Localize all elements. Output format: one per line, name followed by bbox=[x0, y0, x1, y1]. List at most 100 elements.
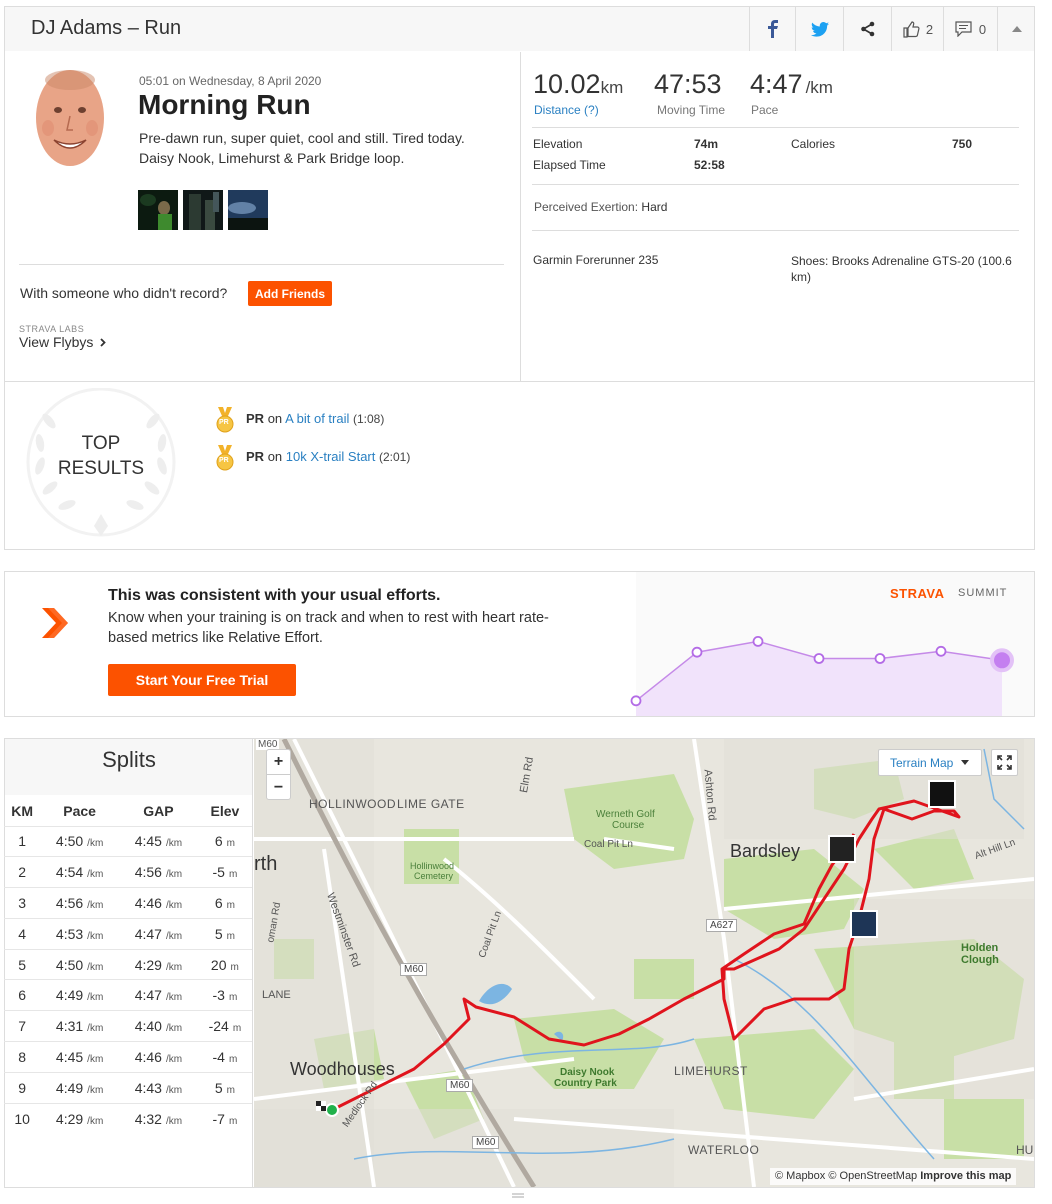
split-pace-unit: /km bbox=[87, 1115, 104, 1127]
view-flybys-link[interactable]: View Flybys bbox=[19, 334, 107, 350]
map-label: Cemetery bbox=[414, 871, 454, 881]
split-gap: 4:56/km bbox=[119, 856, 198, 888]
split-elev-unit: m bbox=[230, 961, 239, 973]
split-km-value: 1 bbox=[18, 833, 26, 850]
split-pace: 4:54/km bbox=[40, 856, 119, 888]
segment-link[interactable]: A bit of trail bbox=[285, 411, 349, 426]
split-elev: -5 m bbox=[197, 856, 252, 888]
split-elev: -24 m bbox=[197, 1010, 252, 1042]
split-elev: 5m bbox=[197, 1071, 252, 1104]
split-km-value: 6 bbox=[18, 987, 26, 1004]
split-elev-value: -24 bbox=[208, 1018, 229, 1035]
splits-header-elev: Elev bbox=[210, 802, 240, 819]
split-gap-value: 4:47 bbox=[134, 987, 162, 1004]
map-label: LIME GATE bbox=[397, 797, 465, 811]
twitter-icon bbox=[810, 21, 829, 37]
avatar[interactable] bbox=[32, 66, 108, 174]
divider bbox=[532, 127, 1019, 128]
top-result-item: PR on A bit of trail (1:08) bbox=[246, 411, 384, 426]
split-elev: 6m bbox=[197, 887, 252, 919]
split-pace-value: 4:31 bbox=[55, 1018, 84, 1035]
effort-point bbox=[813, 653, 825, 664]
map-label: Werneth Golf bbox=[596, 809, 655, 820]
comment-icon bbox=[955, 21, 972, 37]
divider bbox=[532, 184, 1019, 185]
calories-label: Calories bbox=[791, 137, 836, 151]
split-km-value: 9 bbox=[18, 1079, 26, 1096]
fullscreen-button[interactable] bbox=[991, 749, 1018, 776]
add-friends-button[interactable]: Add Friends bbox=[248, 281, 332, 306]
activity-name: Morning Run bbox=[138, 89, 311, 120]
route-map[interactable]: M60 HOLLINWOOD LIME GATE Elm Rd Ashton R… bbox=[254, 739, 1034, 1187]
split-gap-value: 4:29 bbox=[134, 956, 162, 973]
split-elev-value: -4 bbox=[212, 1048, 225, 1065]
table-row: 3 4:56/km 4:46/km 6 m bbox=[4, 887, 252, 919]
osm-attribution[interactable]: © OpenStreetMap bbox=[828, 1170, 917, 1182]
split-gap-unit: /km bbox=[165, 961, 183, 973]
pace-value: 4:47 bbox=[750, 69, 803, 99]
split-pace-value: 4:29 bbox=[55, 1110, 84, 1127]
split-km: 2 bbox=[4, 856, 41, 888]
distance-help-link[interactable]: Distance (?) bbox=[534, 103, 599, 117]
split-gap: 4:47/km bbox=[119, 979, 198, 1011]
zoom-in-button[interactable]: + bbox=[266, 749, 291, 774]
moving-time-label: Moving Time bbox=[657, 103, 726, 117]
photo-thumbnail[interactable] bbox=[183, 190, 223, 230]
kudos-count: 2 bbox=[925, 21, 934, 37]
summit-body: Know when your training is on track and … bbox=[108, 608, 549, 648]
shoes-line: Shoes: Brooks Adrenaline GTS-20 (100.6 bbox=[791, 254, 1012, 268]
zoom-out-button[interactable]: − bbox=[266, 775, 291, 800]
on-label: on bbox=[267, 411, 283, 426]
table-row: 5 4:50/km 4:29/km 20 m bbox=[4, 948, 252, 980]
map-label: Daisy Nook bbox=[560, 1067, 615, 1078]
split-pace-unit: /km bbox=[87, 930, 104, 942]
kudos-button[interactable]: 2 bbox=[891, 7, 943, 51]
summit-brand-suffix: SUMMIT bbox=[958, 587, 1008, 599]
terrain-map-select[interactable]: Terrain Map bbox=[878, 749, 982, 776]
pace-label: Pace bbox=[751, 103, 779, 117]
split-gap-unit: /km bbox=[165, 930, 183, 942]
split-pace-value: 4:54 bbox=[55, 864, 84, 881]
photo-thumbnail[interactable] bbox=[228, 190, 268, 230]
shoes-line: km) bbox=[791, 270, 811, 284]
collapse-button[interactable] bbox=[997, 7, 1035, 51]
photo-thumbnail[interactable] bbox=[138, 190, 178, 230]
table-row: 2 4:54/km 4:56/km -5 m bbox=[4, 856, 252, 888]
improve-map-link[interactable]: Improve this map bbox=[920, 1170, 1011, 1182]
map-label: M60 bbox=[446, 1079, 474, 1092]
splits-title: Splits bbox=[102, 747, 156, 772]
split-km: 7 bbox=[4, 1010, 41, 1042]
chevron-right-icon bbox=[100, 337, 107, 347]
mapbox-attribution[interactable]: © Mapbox bbox=[775, 1170, 825, 1182]
map-label: LANE bbox=[262, 989, 291, 1001]
effort-point bbox=[630, 695, 642, 707]
exertion-label: Perceived Exertion: bbox=[534, 200, 639, 214]
twitter-share-button[interactable] bbox=[795, 7, 843, 51]
split-gap-unit: /km bbox=[165, 869, 183, 881]
perceived-exertion: Perceived Exertion: Hard bbox=[534, 200, 667, 214]
resize-handle[interactable] bbox=[512, 1186, 524, 1198]
split-gap-value: 4:56 bbox=[134, 864, 162, 881]
split-gap-unit: /km bbox=[165, 838, 183, 850]
share-button[interactable] bbox=[843, 7, 891, 51]
column-divider bbox=[520, 52, 521, 381]
elapsed-time-value: 52:58 bbox=[694, 158, 725, 172]
map-label: M60 bbox=[400, 963, 428, 976]
comments-button[interactable]: 0 bbox=[943, 7, 997, 51]
map-attribution: © Mapbox © OpenStreetMap Improve this ma… bbox=[770, 1168, 1017, 1185]
segment-link[interactable]: 10k X-trail Start bbox=[286, 449, 376, 464]
table-row: 7 4:31/km 4:40/km -24 m bbox=[4, 1010, 252, 1042]
split-pace-unit: /km bbox=[87, 1084, 104, 1096]
pr-medal-icon: PR bbox=[214, 445, 236, 471]
split-pace-unit: /km bbox=[87, 869, 104, 881]
split-pace: 4:49/km bbox=[40, 1071, 119, 1104]
activity-header: DJ Adams – Run 2 0 bbox=[4, 6, 1035, 52]
table-row: 8 4:45/km 4:46/km -4 m bbox=[4, 1041, 252, 1073]
start-free-trial-button[interactable]: Start Your Free Trial bbox=[108, 664, 296, 696]
elapsed-time-label: Elapsed Time bbox=[533, 158, 606, 172]
split-km-value: 7 bbox=[18, 1018, 26, 1035]
map-label: Course bbox=[612, 820, 645, 831]
distance-value: 10.02 bbox=[533, 69, 601, 99]
splits-table: KM Pace GAP Elev 1 4:50/km 4:45/km 6 m 2 4:54/… bbox=[4, 796, 252, 1134]
facebook-share-button[interactable] bbox=[749, 7, 795, 51]
